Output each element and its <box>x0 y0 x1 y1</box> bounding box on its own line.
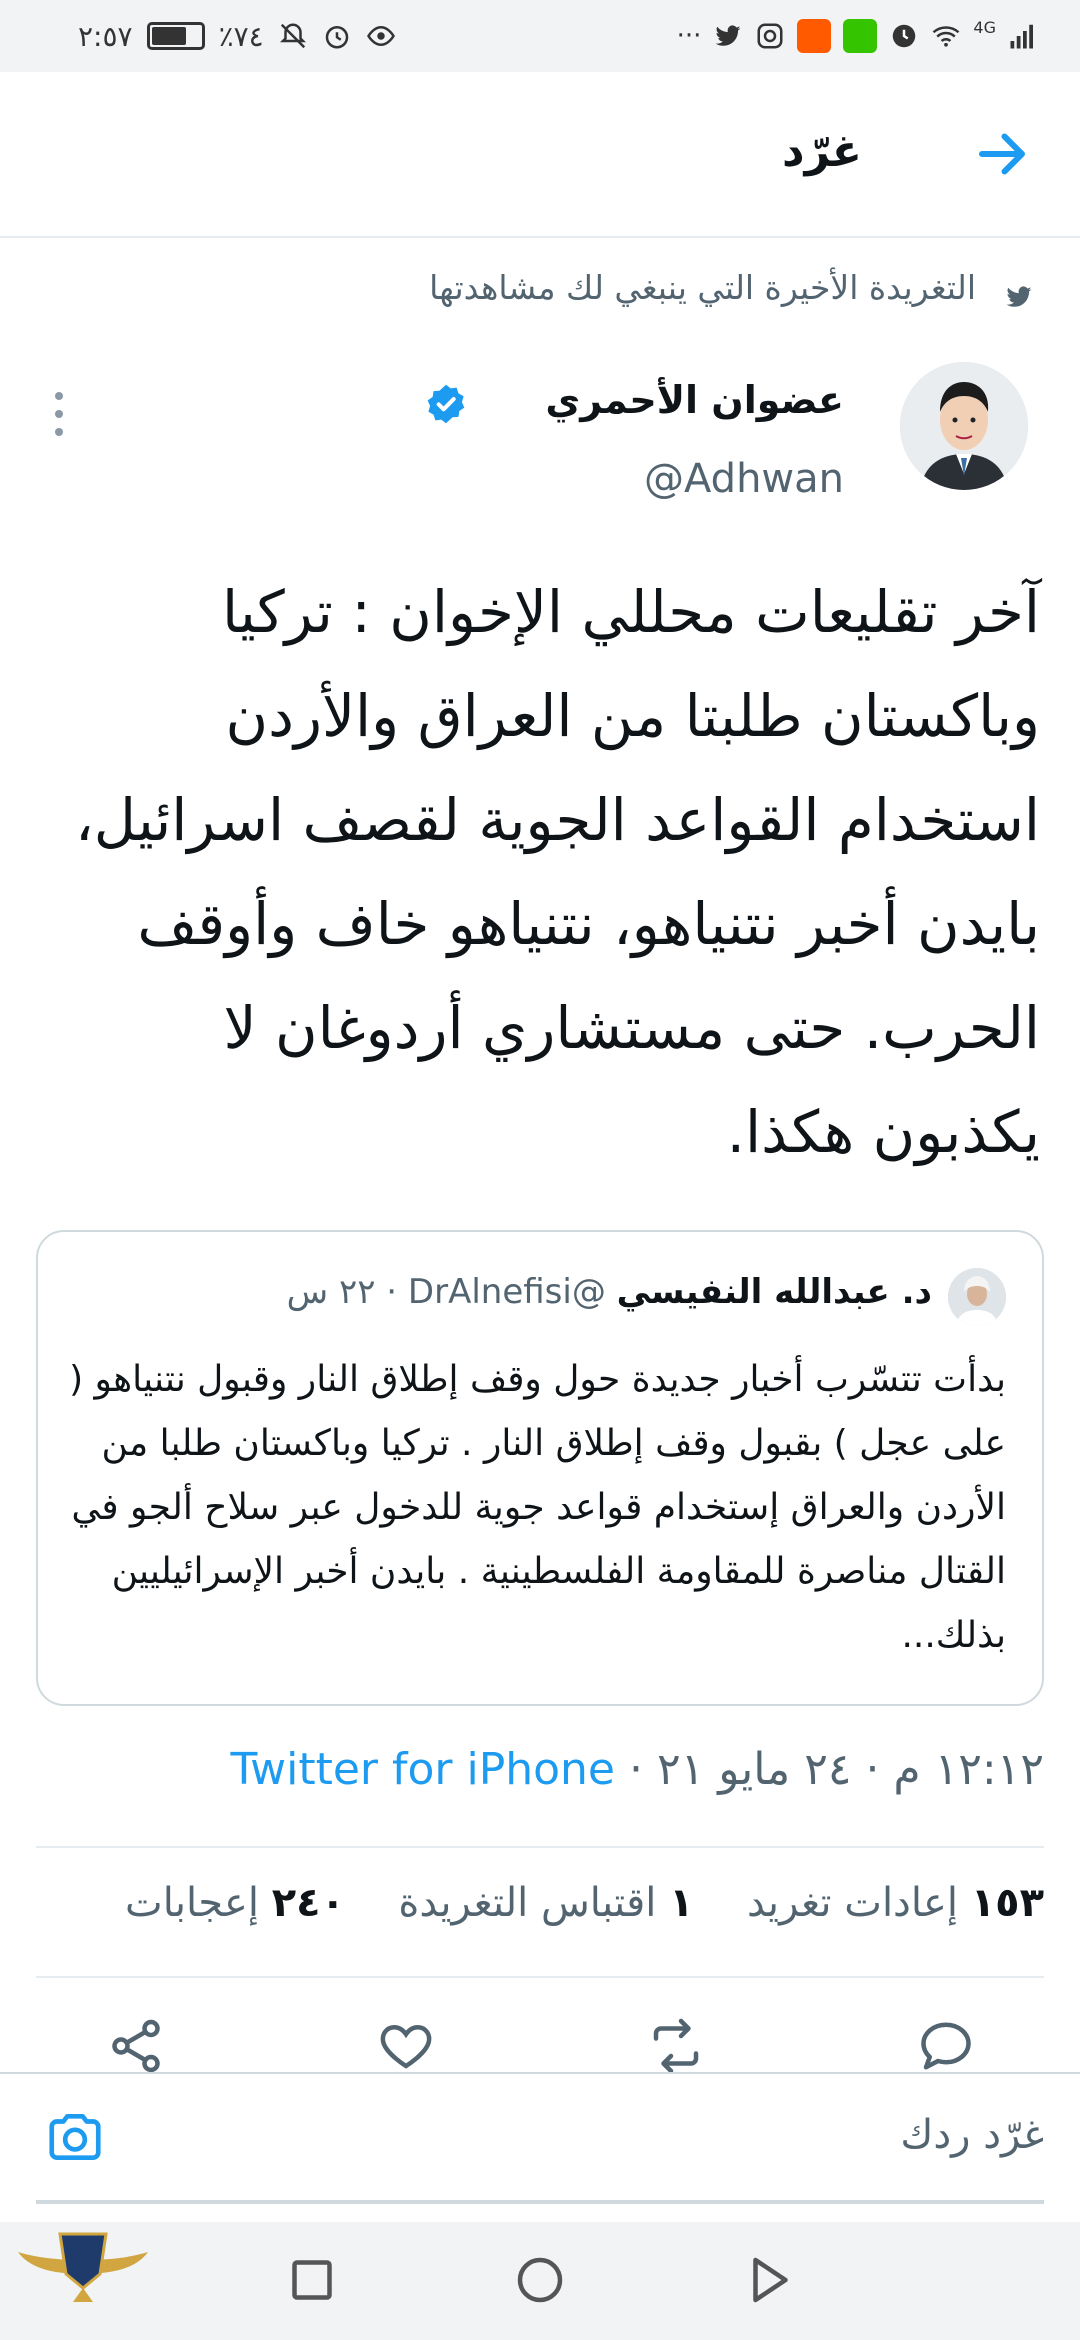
reply-placeholder: غرّد ردك <box>900 2112 1044 2158</box>
divider <box>36 1846 1044 1848</box>
retweet-icon[interactable] <box>646 2016 706 2076</box>
tweet-text: آخر تقليعات محللي الإخوان : تركيا وباكست… <box>74 578 1040 1166</box>
top-app-bar: غرّد <box>0 72 1080 238</box>
divider <box>36 1976 1044 1978</box>
more-notifications-icon: ··· <box>676 21 702 51</box>
recommendation-label: التغريدة الأخيرة التي ينبغي لك مشاهدتها <box>429 268 976 307</box>
more-vertical-icon[interactable] <box>52 390 66 438</box>
signal-icon <box>1010 24 1033 49</box>
quotes-label: اقتباس التغريدة <box>398 1880 657 1926</box>
alarm-icon <box>325 26 348 49</box>
back-arrow-icon[interactable] <box>972 124 1032 184</box>
quoted-header: د. عبدالله النفيسي @DrAlnefisi · ٢٢ س <box>287 1272 932 1312</box>
status-bar: ٢:٥٧ ٪٧٤ ··· 4G <box>0 0 1080 72</box>
nav-recents-icon[interactable] <box>282 2250 342 2310</box>
watermark-emblem <box>18 2232 148 2302</box>
likes-label: إعجابات <box>125 1880 260 1926</box>
quoted-time: · ٢٢ س <box>286 1272 398 1312</box>
quoted-author-name: د. عبدالله النفيسي <box>616 1272 932 1312</box>
tweet-timestamp: ١٢:١٢ م · ٢٤ مايو ٢١ · <box>629 1744 1044 1795</box>
twitter-notification-icon <box>715 25 741 46</box>
author-name[interactable]: عضوان الأحمري <box>545 378 844 422</box>
quoted-tweet-text: بدأت تتسّرب أخبار جديدة حول وقف إطلاق ال… <box>69 1359 1006 1656</box>
shopping-app-icon <box>797 19 832 53</box>
quoted-avatar-illustration <box>948 1268 1006 1326</box>
quoted-tweet[interactable]: د. عبدالله النفيسي @DrAlnefisi · ٢٢ س بد… <box>36 1230 1044 1706</box>
nav-home-icon[interactable] <box>510 2250 570 2310</box>
like-icon[interactable] <box>376 2016 436 2076</box>
page-title: غرّد <box>781 126 862 177</box>
battery-fill <box>151 27 187 45</box>
instagram-icon <box>757 23 783 49</box>
share-icon[interactable] <box>106 2016 166 2076</box>
likes-stat[interactable]: ٢٤٠ إعجابات <box>125 1880 345 1926</box>
camera-icon[interactable] <box>44 2106 106 2168</box>
battery-icon <box>146 22 205 50</box>
tweet-source[interactable]: Twitter for iPhone <box>231 1744 615 1795</box>
wifi-icon <box>933 26 960 47</box>
author-avatar[interactable] <box>900 362 1028 490</box>
forum-watermark-logo <box>8 2222 158 2340</box>
eye-icon <box>366 25 395 47</box>
mute-notification-icon <box>279 23 306 49</box>
quoted-author-avatar <box>948 1268 1006 1326</box>
nav-back-icon[interactable] <box>738 2250 798 2310</box>
quotes-stat[interactable]: ١ اقتباس التغريدة <box>398 1880 693 1926</box>
likes-count: ٢٤٠ <box>271 1880 345 1926</box>
status-right: ··· 4G <box>677 18 1038 54</box>
tweet-stats: ١٥٣ إعادات تغريد ١ اقتباس التغريدة ٢٤٠ إ… <box>125 1880 1044 1926</box>
battery-percent: ٪٧٤ <box>218 19 264 53</box>
game-app-icon <box>843 19 878 53</box>
author-handle[interactable]: @Adhwan <box>644 456 844 502</box>
status-left: ٢:٥٧ ٪٧٤ <box>78 18 396 54</box>
tweet-meta: ١٢:١٢ م · ٢٤ مايو ٢١ · Twitter for iPhon… <box>231 1744 1044 1795</box>
reply-icon[interactable] <box>916 2016 976 2076</box>
clock: ٢:٥٧ <box>78 19 133 53</box>
quotes-count: ١ <box>669 1880 694 1926</box>
tweet-actions <box>0 2016 1080 2076</box>
system-navigation-bar <box>0 2222 1080 2340</box>
reply-bar: غرّد ردك <box>0 2072 1080 2222</box>
network-type: 4G <box>973 18 996 37</box>
retweets-stat[interactable]: ١٥٣ إعادات تغريد <box>747 1880 1044 1926</box>
verified-badge-icon <box>427 384 465 424</box>
retweets-label: إعادات تغريد <box>746 1880 959 1926</box>
quoted-author-handle: @DrAlnefisi <box>407 1272 606 1312</box>
avatar-illustration <box>900 362 1028 490</box>
twitter-bird-icon <box>1006 286 1032 307</box>
retweets-count: ١٥٣ <box>970 1880 1044 1926</box>
clock-app-icon <box>893 24 916 48</box>
reply-input[interactable]: غرّد ردك <box>36 2074 1044 2204</box>
